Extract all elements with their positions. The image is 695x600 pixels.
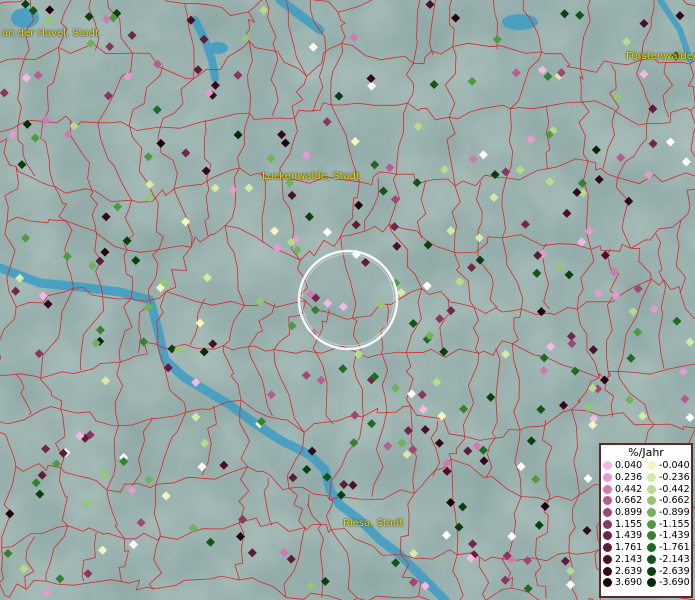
legend-value: 1.761 [615, 542, 643, 554]
lake-north [502, 14, 538, 30]
legend-value: 0.236 [615, 472, 643, 484]
legend-swatch [647, 566, 656, 576]
legend-swatch [647, 519, 656, 529]
legend: %/Jahr 0.040 0.236 0.442 0.662 0.899 1.155 1.4… [599, 443, 693, 598]
legend-item: -1.761 [647, 542, 691, 554]
label-luckenwalde: Luckenwalde, Stadt [262, 171, 360, 182]
legend-value: -1.439 [659, 530, 690, 542]
legend-item: -2.143 [647, 554, 691, 566]
legend-swatch [603, 566, 612, 576]
label-fuerstenwalde: Fürstenwalde/ [626, 51, 695, 62]
legend-item: 0.040 [603, 460, 647, 472]
legend-item: -1.439 [647, 530, 691, 542]
legend-swatch [647, 543, 656, 553]
legend-value: -0.040 [659, 460, 690, 472]
legend-item: 3.690 [603, 577, 647, 589]
legend-swatch [647, 578, 656, 588]
legend-value: -2.639 [659, 565, 690, 577]
legend-item: 1.439 [603, 530, 647, 542]
legend-value: -1.761 [659, 542, 690, 554]
legend-value: -0.899 [659, 507, 690, 519]
label-riesa: Riesa, Stadt [343, 518, 404, 529]
legend-item: -0.236 [647, 472, 691, 484]
legend-value: 0.040 [615, 460, 643, 472]
legend-value: -2.143 [659, 553, 690, 565]
legend-swatch [647, 508, 656, 518]
legend-value: -0.662 [659, 495, 690, 507]
legend-swatch [603, 543, 612, 553]
legend-swatch [647, 496, 656, 506]
legend-swatch [603, 519, 612, 529]
legend-item: 2.639 [603, 565, 647, 577]
legend-item: -0.040 [647, 460, 691, 472]
legend-value: -1.155 [659, 518, 690, 530]
legend-item: 0.899 [603, 507, 647, 519]
legend-item: 2.143 [603, 554, 647, 566]
legend-item: 0.442 [603, 483, 647, 495]
legend-item: -3.690 [647, 577, 691, 589]
legend-item: 1.761 [603, 542, 647, 554]
label-brandenburg: an der Havel, Stadt [2, 28, 99, 39]
legend-value: 0.442 [615, 483, 643, 495]
legend-swatch [647, 484, 656, 494]
legend-item: -2.639 [647, 565, 691, 577]
legend-item: 1.155 [603, 518, 647, 530]
legend-swatch [603, 473, 612, 483]
legend-value: 2.143 [615, 553, 643, 565]
legend-swatch [603, 508, 612, 518]
legend-item: -0.899 [647, 507, 691, 519]
legend-value: 1.155 [615, 518, 643, 530]
legend-item: -1.155 [647, 518, 691, 530]
legend-swatch [603, 578, 612, 588]
legend-item: -0.662 [647, 495, 691, 507]
legend-value: 2.639 [615, 565, 643, 577]
legend-title: %/Jahr [628, 446, 664, 459]
legend-swatch [603, 531, 612, 541]
legend-swatch [603, 554, 612, 564]
legend-value: 0.899 [615, 507, 643, 519]
legend-swatch [603, 484, 612, 494]
legend-swatch [647, 531, 656, 541]
legend-negative-column: -0.040 -0.236 -0.442 -0.662 -0.899 -1.155 -1.4… [647, 460, 691, 589]
legend-swatch [603, 461, 612, 471]
legend-value: 0.662 [615, 495, 643, 507]
legend-positive-column: 0.040 0.236 0.442 0.662 0.899 1.155 1.439 1.761… [603, 460, 647, 589]
legend-swatch [647, 473, 656, 483]
legend-value: -0.442 [659, 483, 690, 495]
legend-item: -0.442 [647, 483, 691, 495]
legend-swatch [647, 461, 656, 471]
map-canvas[interactable] [0, 0, 695, 600]
legend-value: -0.236 [659, 472, 690, 484]
legend-value: 1.439 [615, 530, 643, 542]
legend-value: 3.690 [615, 577, 643, 589]
legend-swatch [603, 496, 612, 506]
legend-item: 0.236 [603, 472, 647, 484]
lake-small [208, 42, 228, 54]
legend-swatch [647, 554, 656, 564]
legend-item: 0.662 [603, 495, 647, 507]
legend-value: -3.690 [659, 577, 690, 589]
